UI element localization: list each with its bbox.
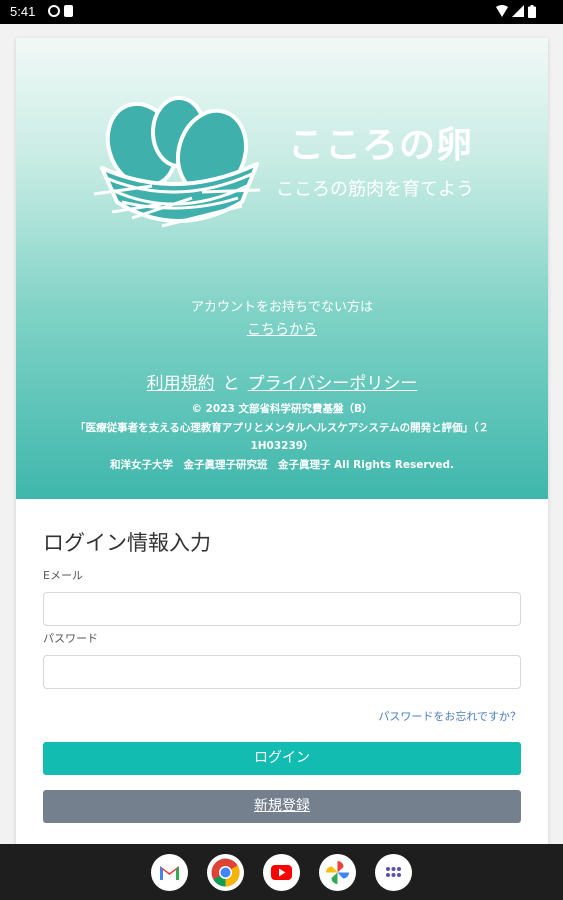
email-label: Eメール: [43, 569, 83, 582]
app-drawer-icon[interactable]: [375, 854, 412, 891]
login-card: こころの卵 こころの筋肉を育てよう アカウントをお持ちでない方は こちらから 利…: [16, 38, 548, 858]
login-form-title: ログイン情報入力: [43, 531, 211, 555]
navigation-dock: [0, 844, 563, 900]
status-time: 5:41: [10, 4, 36, 19]
status-bar: 5:41: [0, 0, 563, 24]
no-account-text: アカウントをお持ちでない方は: [190, 300, 373, 315]
wifi-icon: [496, 5, 508, 17]
hero-banner: こころの卵 こころの筋肉を育てよう アカウントをお持ちでない方は こちらから 利…: [16, 38, 548, 499]
copyright-notice: © 2023 文部省科学研究費基盤（B） 「医療従事者を支える心理教育アプリとメ…: [52, 400, 512, 474]
register-here-link[interactable]: こちらから: [16, 319, 548, 339]
password-field[interactable]: [43, 655, 521, 689]
settings-status-icon: [48, 5, 60, 17]
copyright-line: © 2023 文部省科学研究費基盤（B）: [191, 403, 373, 415]
login-button[interactable]: ログイン: [43, 742, 521, 775]
and-text: と: [222, 374, 240, 394]
password-label: パスワード: [43, 632, 98, 645]
youtube-icon[interactable]: [263, 854, 300, 891]
chrome-icon[interactable]: [207, 854, 244, 891]
gmail-icon[interactable]: [151, 854, 188, 891]
copyright-line: 和洋女子大学 金子眞理子研究班 金子眞理子 All Rights Reserve…: [110, 458, 454, 471]
register-button[interactable]: 新規登録: [43, 790, 521, 823]
email-field[interactable]: [43, 592, 521, 626]
app-tagline: こころの筋肉を育てよう: [276, 179, 474, 200]
egg-nest-logo-icon: [93, 96, 261, 228]
copyright-line: 1H03239）: [250, 440, 314, 452]
photos-icon[interactable]: [319, 854, 356, 891]
privacy-policy-link[interactable]: プライバシーポリシー: [248, 374, 418, 394]
app-title: こころの卵: [288, 125, 474, 166]
signal-icon: [512, 5, 524, 17]
battery-icon: [528, 5, 536, 18]
sd-card-status-icon: [64, 5, 73, 17]
copyright-line: 「医療従事者を支える心理教育アプリとメンタルヘルスケアシステムの開発と評価」（２: [75, 421, 489, 434]
terms-link[interactable]: 利用規約: [147, 374, 215, 394]
legal-links: 利用規約とプライバシーポリシー: [16, 369, 548, 394]
forgot-password-link[interactable]: パスワードをお忘れですか？: [378, 708, 521, 724]
